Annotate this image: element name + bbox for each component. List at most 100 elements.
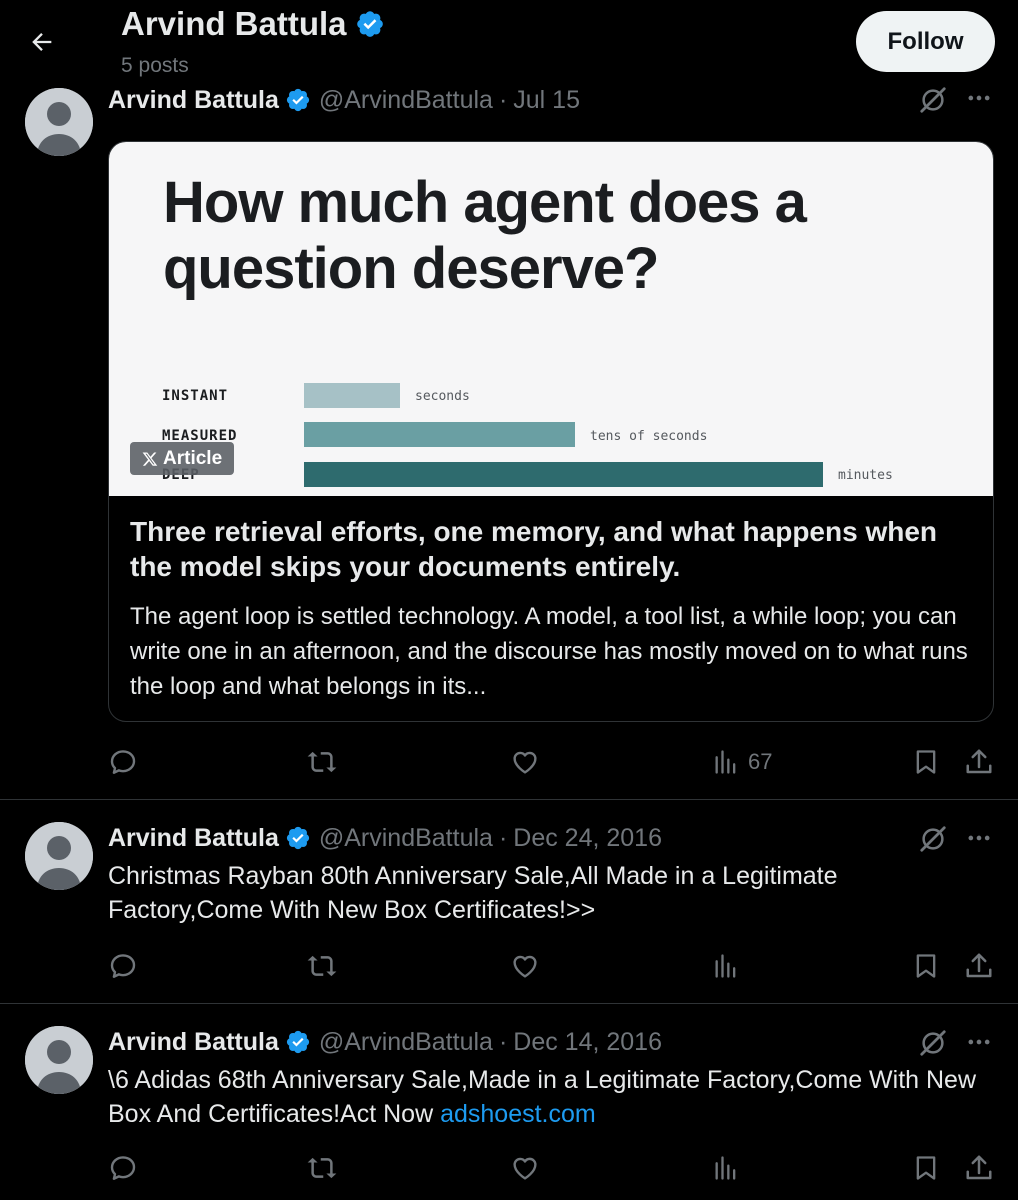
repost-icon bbox=[307, 751, 337, 773]
chart-bar-instant bbox=[304, 383, 400, 408]
chart-row-label: INSTANT bbox=[162, 388, 229, 404]
like-button[interactable] bbox=[510, 944, 540, 988]
separator: · bbox=[498, 85, 508, 114]
avatar[interactable] bbox=[25, 1026, 93, 1094]
bookmark-icon bbox=[916, 750, 936, 774]
article-badge-label: Article bbox=[163, 447, 223, 469]
more-button[interactable] bbox=[960, 819, 998, 857]
default-avatar-icon bbox=[25, 88, 93, 156]
post-header: Arvind Battula @ArvindBattula · Dec 14, … bbox=[108, 1025, 662, 1059]
chart-bar-label: seconds bbox=[415, 389, 470, 404]
views-icon bbox=[715, 954, 736, 978]
bookmark-icon bbox=[916, 954, 936, 978]
post-link[interactable]: adshoest.com bbox=[440, 1100, 596, 1128]
verified-badge-icon bbox=[356, 11, 383, 37]
views-button[interactable] bbox=[712, 944, 740, 988]
reply-icon bbox=[110, 750, 136, 774]
grok-button[interactable] bbox=[914, 81, 952, 119]
like-icon bbox=[513, 1157, 537, 1180]
cover-headline: How much agent does a question deserve? bbox=[163, 170, 807, 301]
views-button[interactable] bbox=[712, 1146, 740, 1190]
more-button[interactable] bbox=[960, 1023, 998, 1061]
article-badge: Article bbox=[130, 442, 235, 475]
avatar[interactable] bbox=[25, 88, 93, 156]
post-text: Christmas Rayban 80th Anniversary Sale,A… bbox=[108, 862, 838, 924]
bookmark-button[interactable] bbox=[912, 944, 940, 988]
post-handle[interactable]: @ArvindBattula bbox=[319, 86, 493, 115]
verified-badge-icon bbox=[285, 1029, 311, 1055]
like-button[interactable] bbox=[510, 1146, 540, 1190]
reply-icon bbox=[110, 1156, 136, 1180]
follow-button[interactable]: Follow bbox=[856, 11, 995, 72]
more-icon bbox=[968, 95, 990, 101]
views-icon bbox=[715, 750, 736, 774]
action-bar bbox=[0, 944, 1018, 988]
bookmark-button[interactable] bbox=[912, 1146, 940, 1190]
grok-button[interactable] bbox=[914, 820, 952, 858]
bookmark-button[interactable] bbox=[912, 740, 940, 784]
share-icon bbox=[966, 1155, 992, 1180]
post-author[interactable]: Arvind Battula bbox=[108, 824, 279, 853]
default-avatar-icon bbox=[25, 1026, 93, 1094]
chart-bar-label: minutes bbox=[838, 468, 893, 483]
share-button[interactable] bbox=[964, 1146, 994, 1190]
bookmark-icon bbox=[916, 1156, 936, 1180]
post-handle[interactable]: @ArvindBattula bbox=[319, 824, 493, 853]
posts-count: 5 posts bbox=[121, 54, 189, 77]
action-bar bbox=[0, 1146, 1018, 1190]
post-author[interactable]: Arvind Battula bbox=[108, 1028, 279, 1057]
post[interactable]: Arvind Battula @ArvindBattula · Dec 14, … bbox=[0, 1004, 1018, 1200]
reply-button[interactable] bbox=[108, 944, 138, 988]
avatar[interactable] bbox=[25, 822, 93, 890]
grok-icon bbox=[920, 826, 946, 852]
profile-name: Arvind Battula bbox=[121, 5, 347, 42]
post-date[interactable]: Dec 24, 2016 bbox=[513, 824, 662, 853]
like-icon bbox=[513, 751, 537, 774]
share-icon bbox=[966, 953, 992, 978]
views-count: 67 bbox=[748, 749, 773, 774]
reply-button[interactable] bbox=[108, 740, 138, 784]
repost-icon bbox=[307, 1157, 337, 1179]
profile-header: Arvind Battula 5 posts Follow bbox=[0, 0, 1018, 86]
article-card[interactable]: How much agent does a question deserve? … bbox=[108, 141, 994, 722]
post-article[interactable]: Arvind Battula @ArvindBattula · Jul 15 H… bbox=[0, 86, 1018, 799]
more-icon bbox=[968, 1039, 990, 1045]
reply-button[interactable] bbox=[108, 1146, 138, 1190]
action-bar: 67 bbox=[0, 740, 1018, 784]
grok-button[interactable] bbox=[914, 1024, 952, 1062]
back-button[interactable] bbox=[20, 22, 64, 62]
repost-icon bbox=[307, 955, 337, 977]
post-text: \6 Adidas 68th Anniversary Sale,Made in … bbox=[108, 1063, 988, 1131]
post-author[interactable]: Arvind Battula bbox=[108, 86, 279, 115]
share-button[interactable] bbox=[964, 740, 994, 784]
chart-bar-measured bbox=[304, 422, 575, 447]
chart-bar-label: tens of seconds bbox=[590, 429, 708, 444]
verified-badge-icon bbox=[285, 825, 311, 851]
profile-name-row: Arvind Battula bbox=[121, 5, 385, 43]
chart-bar-deep bbox=[304, 462, 823, 487]
views-button[interactable]: 67 bbox=[712, 740, 772, 784]
post-handle[interactable]: @ArvindBattula bbox=[319, 1028, 493, 1057]
article-title: Three retrieval efforts, one memory, and… bbox=[130, 516, 938, 582]
post-date[interactable]: Jul 15 bbox=[513, 86, 580, 115]
share-icon bbox=[966, 749, 992, 774]
like-button[interactable] bbox=[510, 740, 540, 784]
share-button[interactable] bbox=[964, 944, 994, 988]
x-logo-icon bbox=[142, 452, 158, 466]
post-header: Arvind Battula @ArvindBattula · Dec 24, … bbox=[108, 821, 662, 855]
post-header: Arvind Battula @ArvindBattula · Jul 15 bbox=[108, 83, 580, 117]
post-date[interactable]: Dec 14, 2016 bbox=[513, 1028, 662, 1057]
article-cover-image: How much agent does a question deserve? … bbox=[109, 142, 993, 496]
repost-button[interactable] bbox=[306, 740, 338, 784]
post[interactable]: Arvind Battula @ArvindBattula · Dec 24, … bbox=[0, 800, 1018, 1003]
verified-badge-icon bbox=[285, 87, 311, 113]
views-icon bbox=[715, 1156, 736, 1180]
separator: · bbox=[498, 1027, 508, 1056]
more-icon bbox=[968, 835, 990, 841]
repost-button[interactable] bbox=[306, 944, 338, 988]
article-description: The agent loop is settled technology. A … bbox=[130, 603, 968, 700]
repost-button[interactable] bbox=[306, 1146, 338, 1190]
grok-icon bbox=[920, 87, 946, 113]
arrow-left-icon bbox=[32, 33, 52, 51]
reply-icon bbox=[110, 954, 136, 978]
